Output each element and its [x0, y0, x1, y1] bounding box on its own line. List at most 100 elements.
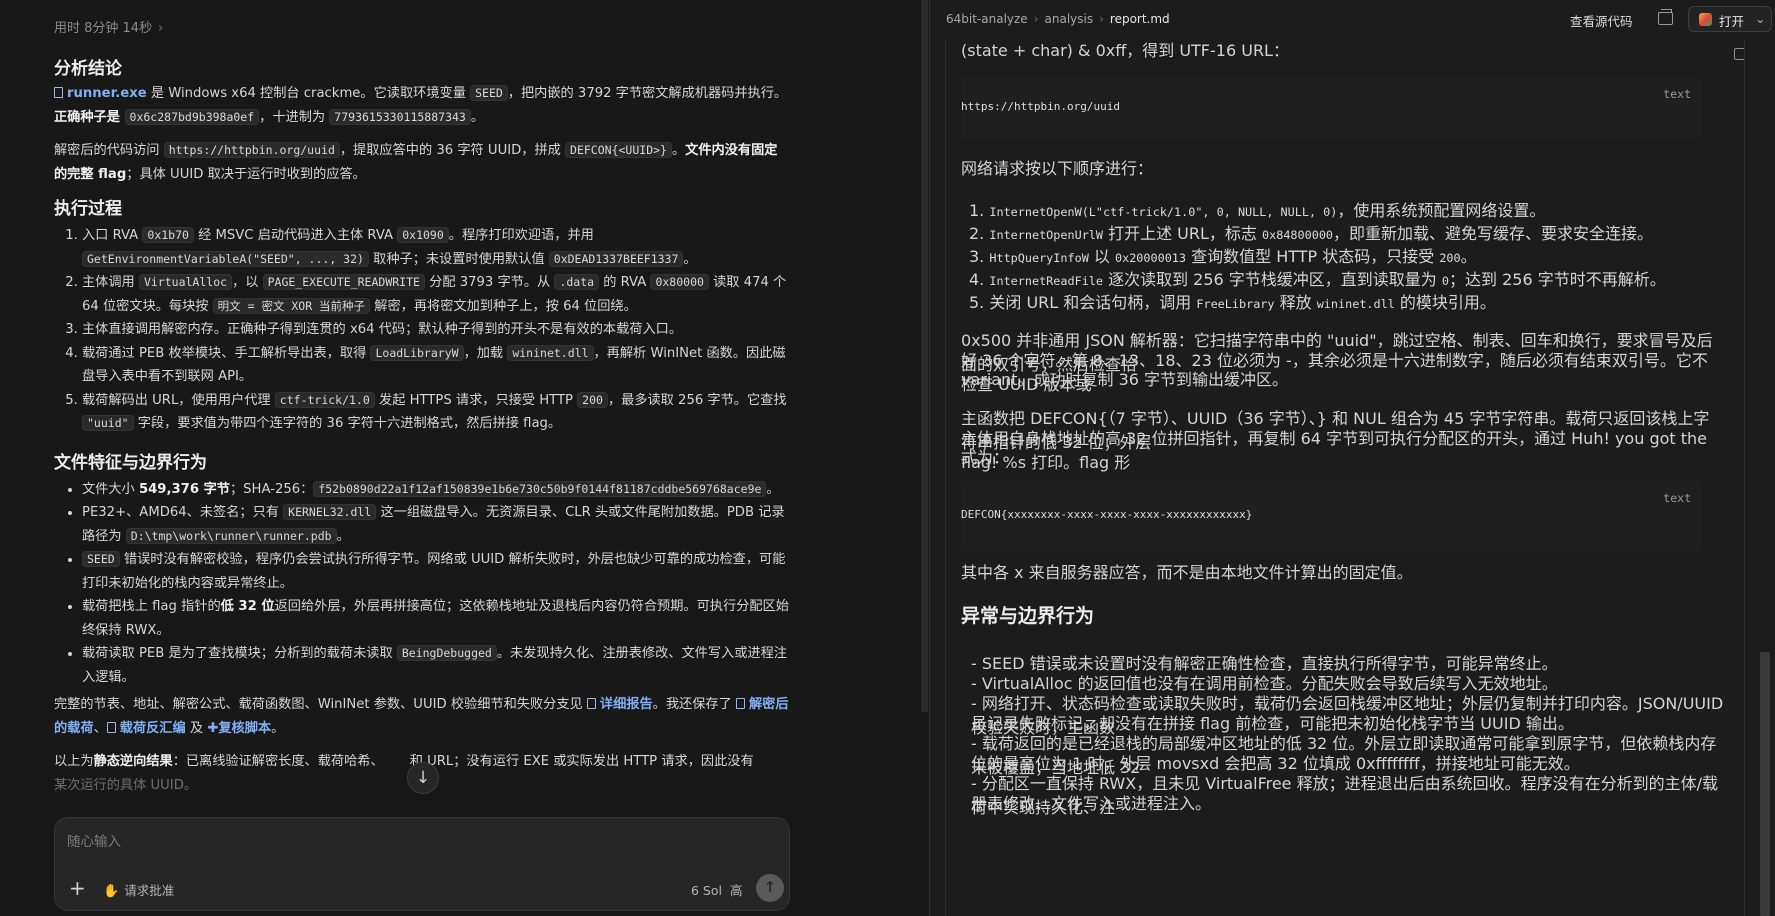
- conclusion-paragraph-1: runner.exe 是 Windows x64 控制台 crackme。它读取…: [54, 82, 789, 129]
- features-list: 文件大小 549,376 字节；SHA-256：f52b0890d22a1f12…: [54, 478, 789, 690]
- list-item: 3. HttpQueryInfoW 以 0x20000013 查询数值型 HTT…: [969, 243, 1729, 267]
- text: 载荷读取 PEB 是为了查找模块；分析到的载荷未读取: [82, 646, 397, 661]
- code-language: text: [1663, 491, 1691, 505]
- inline-code: f52b0890d22a1f12af150839e1b6e730c50b9f01…: [313, 480, 767, 497]
- text: 以上为: [54, 754, 94, 769]
- popout-window-icon[interactable]: [1658, 9, 1673, 25]
- link-detailed-report[interactable]: 详细报告: [600, 697, 653, 712]
- code-text: https://httpbin.org/uuid: [961, 100, 1120, 113]
- text: 是 Windows x64 控制台 crackme。它读取环境变量: [146, 86, 471, 101]
- text: 。: [336, 528, 350, 544]
- open-in-button[interactable]: 打开 ⌄: [1688, 6, 1772, 32]
- text: 分配 3793 字节。从: [424, 275, 555, 290]
- text: 及: [185, 720, 208, 736]
- text: ，最多读取 256 字节。它查找: [607, 392, 787, 408]
- code-block: text https://httpbin.org/uuid: [961, 77, 1701, 137]
- inline-code: InternetOpenW(L"ctf-trick/1.0", 0, NULL,…: [989, 205, 1338, 219]
- preview-scrollbar[interactable]: [1760, 652, 1770, 916]
- model-selector[interactable]: 6 Sol 高: [691, 880, 742, 899]
- viewer-toolbar: 64bit-analyze › analysis › report.md 查看源代码 打…: [930, 0, 1775, 40]
- heading-conclusion: 分析结论: [54, 59, 122, 79]
- inline-code: InternetReadFile: [989, 274, 1103, 288]
- text: 载荷解码出 URL，使用用户代理: [82, 392, 275, 408]
- approval-mode-button[interactable]: ✋ 请求批准: [103, 880, 174, 899]
- inline-code: SEED: [470, 85, 508, 101]
- bold-text: 549,376 字节: [138, 481, 230, 497]
- send-button[interactable]: ↑: [756, 874, 784, 902]
- text: 错误时没有解密校验，程序仍会尝试执行所得字节。网络或 UUID 解析失败时，外层…: [82, 552, 786, 591]
- text: 。: [271, 720, 285, 736]
- inline-code: 200: [1439, 251, 1461, 265]
- model-label: 6 Sol: [691, 883, 722, 898]
- breadcrumb-item[interactable]: 64bit-analyze: [946, 12, 1028, 26]
- text: ，把内嵌的 3792 字节密文解成机器码并执行。: [507, 86, 788, 101]
- text: ，提取应答中的 36 字符 UUID，拼成: [339, 143, 566, 158]
- elapsed-time[interactable]: 用时 8分钟 14秒 ›: [54, 17, 163, 36]
- link-verify-script[interactable]: 复核脚本: [218, 721, 271, 736]
- elapsed-label: 用时 8分钟 14秒: [54, 21, 153, 36]
- breadcrumb: 64bit-analyze › analysis › report.md: [946, 12, 1170, 26]
- bold-text: 静态逆向结果: [93, 754, 173, 769]
- text-line: (state + char) & 0xff，得到 UTF-16 URL：: [961, 41, 1289, 60]
- chevron-right-icon: ›: [1033, 12, 1039, 26]
- list-item: 载荷解码出 URL，使用用户代理 ctf-trick/1.0 发起 HTTPS …: [82, 389, 789, 436]
- list-line: 册表修改、文件写入或进程注入。: [971, 794, 1212, 813]
- list-item: 载荷通过 PEB 枚举模块、手工解析导出表，取得 LoadLibraryW，加载…: [82, 342, 789, 389]
- file-icon: [54, 87, 63, 98]
- text: 查询数值型 HTTP 状态码，只接受: [1186, 247, 1440, 266]
- list-number: 3.: [969, 247, 985, 266]
- inline-code: 7793615330115887343: [329, 108, 471, 125]
- text: 和 URL；没有运行 EXE 或实际发出 HTTP 请求，因此没有: [409, 754, 754, 769]
- inline-code: PAGE_EXECUTE_READWRITE: [262, 274, 425, 290]
- file-link-runner[interactable]: runner.exe: [67, 86, 147, 101]
- inline-code: 200: [577, 391, 608, 408]
- inline-code: ctf-trick/1.0: [274, 391, 375, 408]
- breadcrumb-item[interactable]: analysis: [1045, 12, 1094, 26]
- text: ，十进制为: [259, 109, 330, 125]
- view-source-button[interactable]: 查看源代码: [1570, 11, 1633, 30]
- heading-anomalies: 异常与边界行为: [961, 605, 1095, 627]
- inline-code: FreeLibrary: [1196, 297, 1275, 311]
- copy-icon[interactable]: [1734, 48, 1744, 60]
- inline-code: 0x20000013: [1114, 251, 1187, 265]
- text: ：已离线验证解密长度、载荷哈希、: [172, 754, 384, 769]
- text: ；达到 256 字节时不再解析。: [1449, 270, 1666, 289]
- text: 、: [93, 720, 107, 736]
- message-input[interactable]: [67, 830, 757, 854]
- text: 载荷把栈上 flag 指针的: [82, 599, 221, 614]
- chevron-right-icon: ›: [1099, 12, 1104, 26]
- hand-icon: ✋: [103, 884, 120, 899]
- text: ，使用系统预配置网络设置。: [1337, 201, 1546, 220]
- text: 的模块引用。: [1394, 293, 1496, 312]
- text: 关闭 URL 和会话句柄，调用: [989, 293, 1197, 312]
- text: 文件大小: [82, 481, 139, 497]
- list-item: 主体调用 VirtualAlloc，以 PAGE_EXECUTE_READWRI…: [82, 271, 789, 318]
- inline-code: VirtualAlloc: [138, 274, 233, 290]
- text: ；SHA-256：: [229, 481, 314, 497]
- list-item: 4. InternetReadFile 逐次读取到 256 字节栈缓冲区，直到读…: [969, 266, 1729, 290]
- composer: + ✋ 请求批准 6 Sol 高 ↑: [54, 817, 790, 911]
- chat-scrollbar[interactable]: [921, 0, 928, 712]
- text-line: variant。成功时复制 36 字节到输出缓冲区。: [961, 370, 1289, 389]
- text: 某次运行的具体 UUID。: [54, 777, 198, 793]
- text: 。程序打印欢迎语，并用: [448, 228, 594, 243]
- inline-code: 0x1090: [397, 227, 449, 243]
- puzzle-icon: ✚: [207, 720, 219, 736]
- link-payload-disassembly[interactable]: 载荷反汇编: [120, 721, 186, 736]
- conclusion-paragraph-2: 解密后的代码访问 https://httpbin.org/uuid ，提取应答中的…: [54, 139, 789, 186]
- text: 解密，再将密文加到种子上，按 64 位回绕。: [370, 298, 637, 314]
- inline-code: GetEnvironmentVariableA("SEED", ..., 32): [82, 250, 369, 267]
- text: 。我还保存了: [652, 697, 736, 712]
- file-viewer-pane: 64bit-analyze › analysis › report.md 查看源代码 打…: [930, 0, 1775, 916]
- list-item: 2. InternetOpenUrlW 打开上述 URL，标志 0x848000…: [969, 220, 1729, 244]
- add-attachment-button[interactable]: +: [69, 878, 86, 898]
- text: 发起 HTTPS 请求，只接受 HTTP: [374, 392, 578, 408]
- reasoning-level: 高: [729, 883, 743, 898]
- inline-code: InternetOpenUrlW: [989, 228, 1103, 242]
- list-number: 5.: [969, 293, 985, 312]
- text: ，以: [232, 275, 263, 290]
- inline-code: D:\tmp\work\runner\runner.pdb: [125, 527, 337, 544]
- scroll-to-bottom-button[interactable]: ↓: [407, 762, 439, 794]
- text: 经 MSVC 启动代码进入主体 RVA: [193, 228, 398, 243]
- breadcrumb-current[interactable]: report.md: [1110, 12, 1170, 26]
